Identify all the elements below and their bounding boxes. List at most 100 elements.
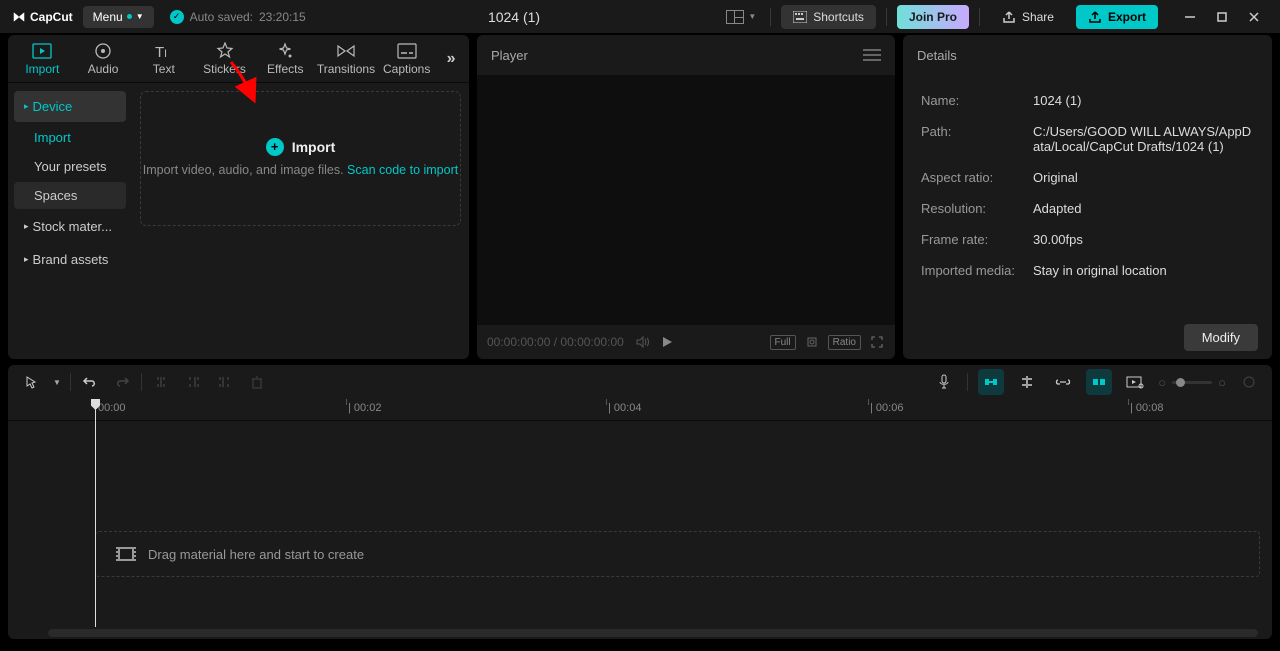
tab-transitions[interactable]: Transitions <box>316 40 377 78</box>
import-icon <box>32 43 52 59</box>
minimize-button[interactable] <box>1176 3 1204 31</box>
cut-right-button[interactable] <box>212 369 238 395</box>
svg-text:T: T <box>155 44 164 59</box>
playhead[interactable] <box>95 399 96 627</box>
details-fps-value: 30.00fps <box>1033 232 1254 247</box>
media-tabs: Import Audio TI Text Stickers Effects Tr… <box>8 35 469 83</box>
details-path-value: C:/Users/GOOD WILL ALWAYS/AppData/Local/… <box>1033 124 1254 154</box>
ruler-tick: | 00:08 <box>1130 402 1163 414</box>
align-button[interactable] <box>1014 369 1040 395</box>
more-tabs-button[interactable]: » <box>437 50 465 68</box>
text-icon: TI <box>155 43 173 59</box>
capcut-icon <box>12 10 26 24</box>
snap-button[interactable] <box>1086 369 1112 395</box>
ruler-tick: | 00:06 <box>870 402 903 414</box>
details-title: Details <box>917 48 957 63</box>
tab-text[interactable]: TI Text <box>133 40 194 78</box>
check-icon: ✓ <box>170 10 184 24</box>
player-menu-button[interactable] <box>863 49 881 61</box>
fullscreen-icon[interactable] <box>869 334 885 350</box>
film-icon <box>118 547 134 561</box>
crop-icon[interactable] <box>804 334 820 350</box>
project-title: 1024 (1) <box>316 9 713 25</box>
details-name-value: 1024 (1) <box>1033 93 1254 108</box>
side-nav: Device Import Your presets Spaces Stock … <box>8 83 132 359</box>
captions-icon <box>397 43 417 59</box>
ruler-tick: | 00:02 <box>348 402 381 414</box>
player-viewport[interactable] <box>477 75 895 325</box>
mic-button[interactable] <box>931 369 957 395</box>
keyboard-icon <box>793 11 807 23</box>
undo-button[interactable] <box>77 369 103 395</box>
stickers-icon <box>216 42 234 60</box>
zoom-out-icon[interactable]: ○ <box>1158 375 1166 390</box>
menu-button[interactable]: Menu▼ <box>83 6 154 28</box>
svg-text:I: I <box>164 48 167 59</box>
details-name-label: Name: <box>921 93 1033 108</box>
drop-hint: Drag material here and start to create <box>148 547 364 562</box>
pointer-dropdown[interactable]: ▼ <box>50 369 64 395</box>
share-button[interactable]: Share <box>990 5 1066 29</box>
player-timecode: 00:00:00:00 / 00:00:00:00 <box>487 335 624 349</box>
pointer-tool[interactable] <box>18 369 44 395</box>
play-button[interactable] <box>660 335 674 349</box>
import-title: Import <box>292 139 336 155</box>
full-button[interactable]: Full <box>770 335 796 350</box>
app-logo: CapCut <box>12 10 73 24</box>
zoom-slider[interactable]: ○ ○ <box>1158 375 1226 390</box>
shortcuts-button[interactable]: Shortcuts <box>781 5 876 29</box>
preview-button[interactable] <box>1122 369 1148 395</box>
timeline[interactable]: 00:00 | 00:02 | 00:04 | 00:06 | 00:08 Dr… <box>8 399 1272 639</box>
split-button[interactable] <box>148 369 174 395</box>
audio-icon <box>94 42 112 60</box>
import-dropzone[interactable]: + Import Import video, audio, and image … <box>140 91 461 226</box>
maximize-button[interactable] <box>1208 3 1236 31</box>
details-panel: Details Name:1024 (1) Path:C:/Users/GOOD… <box>903 35 1272 359</box>
ruler-tick: | 00:04 <box>608 402 641 414</box>
tab-captions[interactable]: Captions <box>376 40 437 78</box>
app-name: CapCut <box>30 10 73 24</box>
redo-button[interactable] <box>109 369 135 395</box>
tab-effects[interactable]: Effects <box>255 40 316 78</box>
join-pro-button[interactable]: Join Pro <box>897 5 969 29</box>
details-aspect-label: Aspect ratio: <box>921 170 1033 185</box>
share-icon <box>1002 10 1016 24</box>
side-item-brand[interactable]: Brand assets <box>14 244 126 275</box>
side-subitem-presets[interactable]: Your presets <box>14 153 126 180</box>
modify-button[interactable]: Modify <box>1184 324 1258 351</box>
side-subitem-import[interactable]: Import <box>14 124 126 151</box>
cut-left-button[interactable] <box>180 369 206 395</box>
details-media-value: Stay in original location <box>1033 263 1254 278</box>
fit-zoom-button[interactable] <box>1236 369 1262 395</box>
tab-audio[interactable]: Audio <box>73 40 134 78</box>
export-button[interactable]: Export <box>1076 5 1158 29</box>
details-fps-label: Frame rate: <box>921 232 1033 247</box>
zoom-in-icon[interactable]: ○ <box>1218 375 1226 390</box>
side-subitem-spaces[interactable]: Spaces <box>14 182 126 209</box>
titlebar: CapCut Menu▼ ✓ Auto saved: 23:20:15 1024… <box>0 0 1280 33</box>
layout-icon <box>726 10 744 24</box>
tab-stickers[interactable]: Stickers <box>194 40 255 78</box>
plus-icon: + <box>266 138 284 156</box>
effects-icon <box>276 42 294 60</box>
magnet-on-button[interactable] <box>978 369 1004 395</box>
side-item-device[interactable]: Device <box>14 91 126 122</box>
export-icon <box>1088 10 1102 24</box>
import-description: Import video, audio, and image files. Sc… <box>143 162 458 180</box>
layout-selector[interactable]: ▼ <box>722 6 760 28</box>
details-path-label: Path: <box>921 124 1033 154</box>
timeline-ruler[interactable]: 00:00 | 00:02 | 00:04 | 00:06 | 00:08 <box>8 399 1272 421</box>
volume-icon[interactable] <box>634 334 650 350</box>
player-panel: Player 00:00:00:00 / 00:00:00:00 Full Ra… <box>477 35 895 359</box>
close-button[interactable] <box>1240 3 1268 31</box>
timeline-dropzone[interactable]: Drag material here and start to create <box>95 531 1260 577</box>
timeline-scrollbar[interactable] <box>48 629 1258 637</box>
details-res-value: Adapted <box>1033 201 1254 216</box>
tab-import[interactable]: Import <box>12 40 73 78</box>
scan-code-link[interactable]: Scan code to import <box>347 163 458 177</box>
link-button[interactable] <box>1050 369 1076 395</box>
delete-button[interactable] <box>244 369 270 395</box>
side-item-stock[interactable]: Stock mater... <box>14 211 126 242</box>
details-res-label: Resolution: <box>921 201 1033 216</box>
ratio-button[interactable]: Ratio <box>828 335 861 350</box>
